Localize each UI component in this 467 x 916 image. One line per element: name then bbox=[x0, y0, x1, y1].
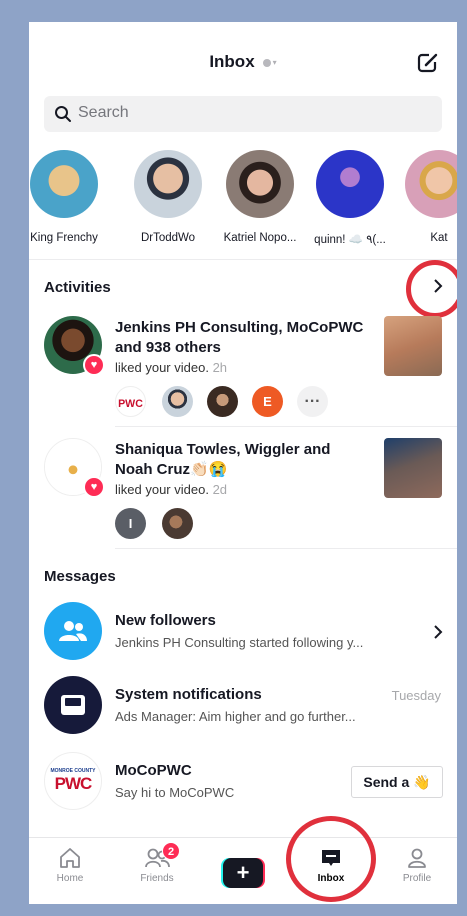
highlight-ring bbox=[406, 260, 457, 318]
activity-actors: Shaniqua Towles, Wiggler and Noah Cruz👏🏻… bbox=[115, 441, 331, 478]
message-preview: Jenkins PH Consulting started following … bbox=[115, 635, 364, 650]
avatar bbox=[207, 386, 238, 417]
divider bbox=[115, 548, 457, 549]
search-icon bbox=[55, 106, 71, 122]
activity-action: liked your video. 2d bbox=[115, 482, 227, 497]
message-name: System notifications bbox=[115, 686, 262, 703]
inbox-screen: Inbox ▾ Search King Frenchy DrToddWo Katr… bbox=[29, 22, 457, 904]
profile-icon bbox=[408, 848, 426, 868]
story-item[interactable]: DrToddWo bbox=[123, 150, 213, 244]
chevron-right-icon[interactable] bbox=[433, 624, 443, 645]
avatar: E bbox=[252, 386, 283, 417]
message-row[interactable]: System notifications Ads Manager: Aim hi… bbox=[29, 676, 457, 738]
divider bbox=[29, 259, 457, 260]
create-button[interactable]: + bbox=[221, 858, 265, 888]
story-name: King Frenchy bbox=[30, 232, 98, 244]
compose-icon[interactable] bbox=[417, 52, 439, 74]
video-thumbnail[interactable] bbox=[384, 316, 442, 376]
tab-bar: Home Friends 2 + Inbox Profile bbox=[29, 837, 457, 904]
message-preview: Ads Manager: Aim higher and go further..… bbox=[115, 709, 356, 724]
avatar bbox=[316, 150, 384, 218]
tab-label: Profile bbox=[402, 873, 432, 884]
highlight-ring bbox=[286, 816, 376, 902]
tab-label: Friends bbox=[140, 873, 174, 884]
send-wave-button[interactable]: Send a 👋 bbox=[351, 766, 443, 798]
activity-text: liked your video. bbox=[115, 482, 209, 497]
story-name: quinn! ☁️ ٩(... bbox=[314, 234, 386, 246]
avatar bbox=[162, 508, 193, 539]
avatar: MONROE COUNTY PWC bbox=[44, 752, 102, 810]
tab-home[interactable]: Home bbox=[35, 846, 105, 884]
story-name: DrToddWo bbox=[140, 232, 196, 244]
message-row[interactable]: MONROE COUNTY PWC MoCoPWC Say hi to MoCo… bbox=[29, 752, 457, 814]
plus-icon: + bbox=[223, 858, 263, 888]
story-item[interactable]: quinn! ☁️ ٩(... bbox=[305, 150, 395, 246]
activity-time: 2d bbox=[212, 482, 228, 497]
followers-icon bbox=[44, 602, 102, 660]
message-name: New followers bbox=[115, 612, 216, 629]
activities-title: Activities bbox=[44, 279, 111, 296]
pwc-logo-mini: PWC bbox=[118, 397, 143, 409]
activity-actors: Jenkins PH Consulting, MoCoPWC and 938 o… bbox=[115, 319, 364, 356]
message-row[interactable]: New followers Jenkins PH Consulting star… bbox=[29, 602, 457, 664]
story-item[interactable]: Kat bbox=[394, 150, 457, 244]
pwc-logo: PWC bbox=[54, 774, 93, 793]
tab-profile[interactable]: Profile bbox=[382, 846, 452, 884]
status-dot-icon bbox=[262, 58, 271, 67]
messages-title: Messages bbox=[44, 568, 116, 585]
story-name: Katriel Nopo... bbox=[223, 232, 297, 244]
heart-icon: ♥ bbox=[83, 476, 105, 498]
video-thumbnail[interactable] bbox=[384, 438, 442, 498]
header: Inbox ▾ bbox=[29, 22, 457, 102]
avatar bbox=[226, 150, 294, 218]
avatar bbox=[405, 150, 457, 218]
stories-row: King Frenchy DrToddWo Katriel Nopo... qu… bbox=[29, 150, 457, 250]
heart-icon: ♥ bbox=[83, 354, 105, 376]
story-item[interactable]: Katriel Nopo... bbox=[215, 150, 305, 244]
message-time: Tuesday bbox=[391, 688, 441, 703]
chevron-down-icon: ▾ bbox=[272, 58, 277, 68]
activity-row[interactable]: ♥ Jenkins PH Consulting, MoCoPWC and 938… bbox=[29, 316, 457, 426]
avatar bbox=[134, 150, 202, 218]
avatar bbox=[162, 386, 193, 417]
story-name: Kat bbox=[430, 232, 448, 244]
activity-text: liked your video. bbox=[115, 360, 209, 375]
avatar bbox=[30, 150, 98, 218]
avatar: PWC bbox=[115, 386, 146, 417]
inbox-title-wrap[interactable]: Inbox ▾ bbox=[29, 52, 457, 72]
inbox-tray-icon bbox=[44, 676, 102, 734]
tab-friends[interactable]: Friends 2 bbox=[122, 842, 192, 884]
story-item[interactable]: King Frenchy bbox=[29, 150, 109, 244]
tab-label: Home bbox=[56, 873, 84, 884]
avatar: I bbox=[115, 508, 146, 539]
avatar-initial: I bbox=[128, 516, 133, 531]
message-name: MoCoPWC bbox=[115, 762, 192, 779]
search-input[interactable]: Search bbox=[78, 104, 129, 122]
home-icon bbox=[60, 848, 80, 868]
friends-badge: 2 bbox=[162, 842, 180, 860]
page-title: Inbox bbox=[209, 52, 255, 71]
more-icon[interactable]: ··· bbox=[297, 386, 328, 417]
message-preview: Say hi to MoCoPWC bbox=[115, 785, 235, 800]
activity-row[interactable]: ♥ Shaniqua Towles, Wiggler and Noah Cruz… bbox=[29, 438, 457, 548]
activity-action: liked your video. 2h bbox=[115, 360, 227, 375]
divider bbox=[115, 426, 457, 427]
activity-time: 2h bbox=[212, 360, 228, 375]
avatar-initial: E bbox=[263, 394, 272, 409]
search-bar[interactable]: Search bbox=[44, 96, 442, 132]
